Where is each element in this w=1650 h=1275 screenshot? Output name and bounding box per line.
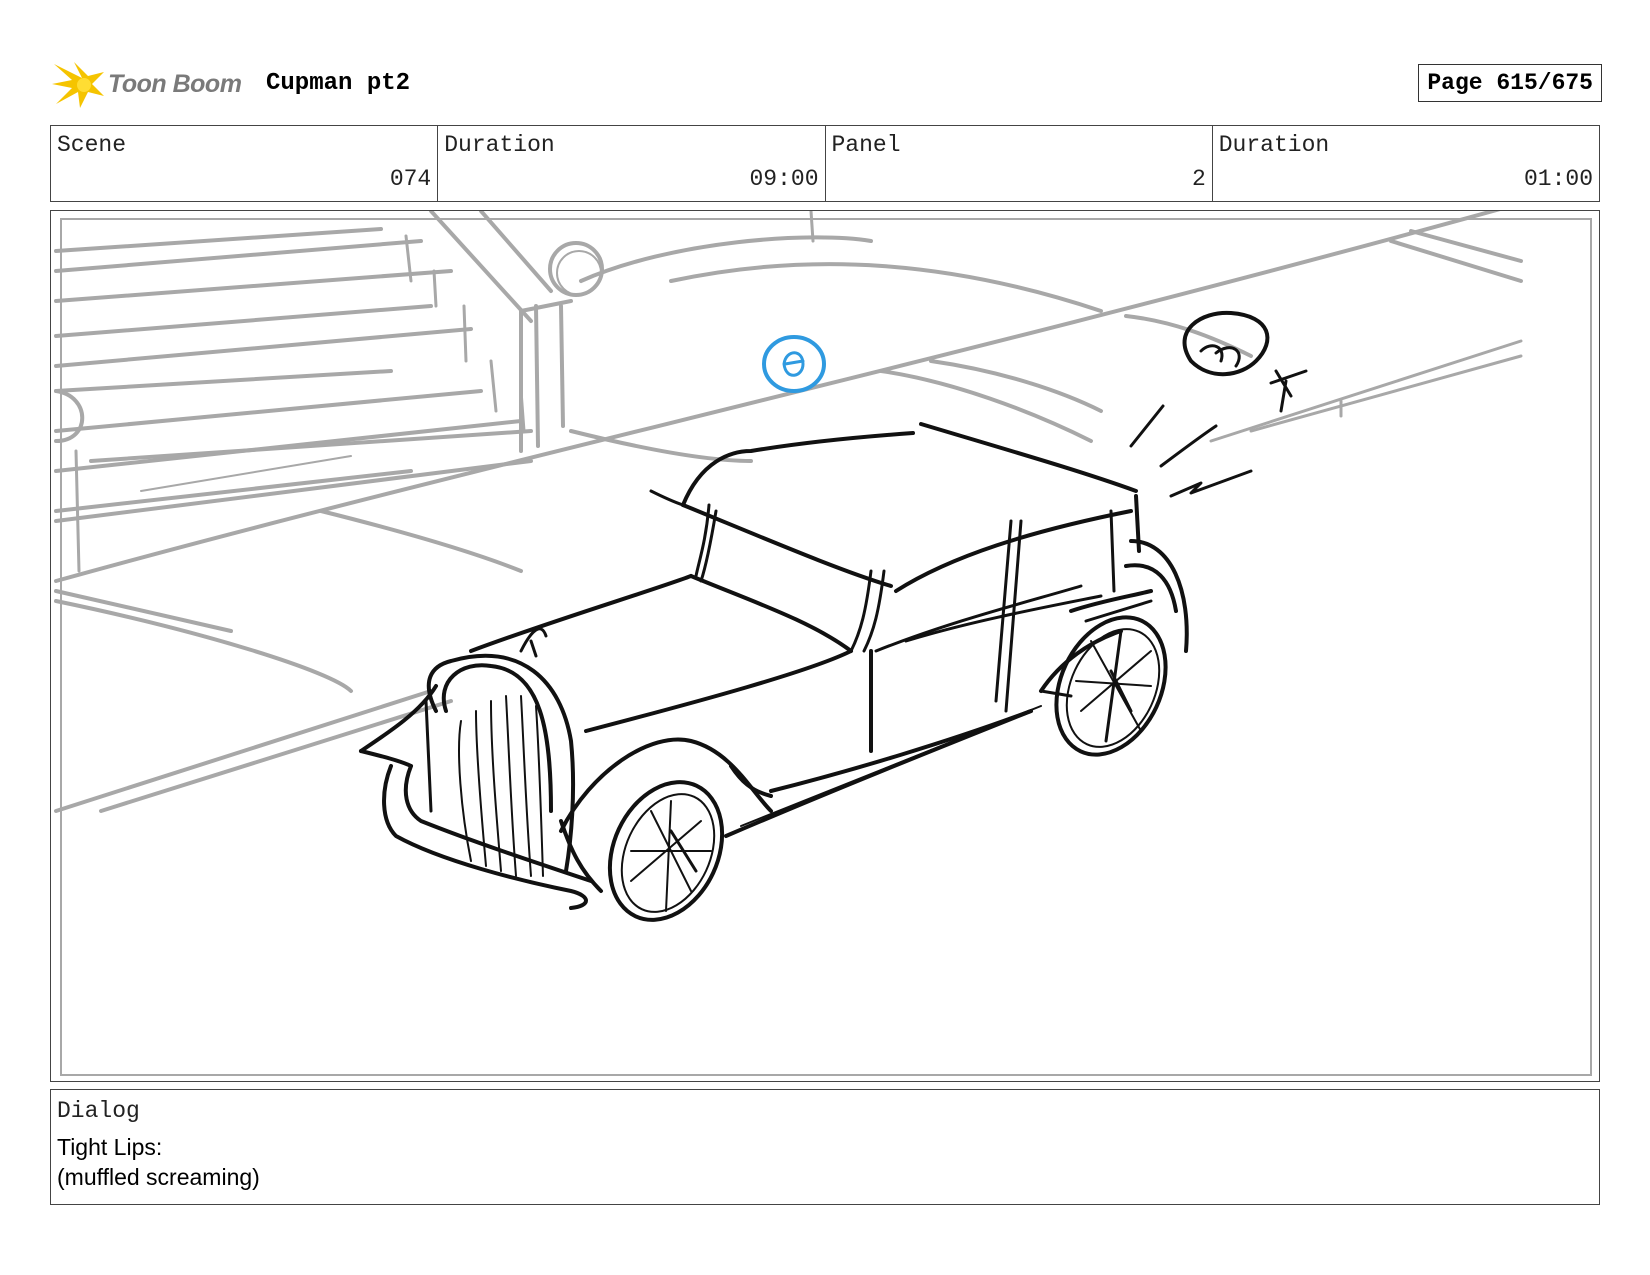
panel-info-row: Scene 074 Duration 09:00 Panel 2 Duratio… (50, 125, 1600, 202)
dialog-label: Dialog (57, 1098, 140, 1124)
project-title: Cupman pt2 (266, 70, 411, 97)
panel-label: Panel (831, 132, 901, 158)
toon-boom-star-icon (52, 62, 104, 108)
panel-duration-value: 01:00 (1523, 166, 1593, 192)
panel-value: 2 (1191, 166, 1206, 192)
scene-duration-cell: Duration 09:00 (438, 126, 826, 201)
dialog-speaker: Tight Lips: (57, 1134, 163, 1160)
background-sketch (54, 211, 1523, 813)
car-sketch (359, 310, 1308, 922)
dialog-box: Dialog Tight Lips: (muffled screaming) (50, 1089, 1600, 1205)
panel-sketch (54, 211, 1592, 1076)
panel-duration-cell: Duration 01:00 (1213, 126, 1599, 201)
scene-value: 074 (389, 166, 432, 192)
inner-frame (60, 218, 1592, 1076)
panel-duration-label: Duration (1218, 132, 1330, 158)
scene-duration-label: Duration (444, 132, 555, 158)
scene-label: Scene (57, 132, 127, 158)
page-number: Page 615/675 (1418, 64, 1602, 102)
panel-cell: Panel 2 (826, 126, 1213, 201)
scene-cell: Scene 074 (51, 126, 439, 201)
scene-duration-value: 09:00 (749, 166, 819, 192)
page-header: Toon Boom Cupman pt2 Page 615/675 (52, 56, 1602, 112)
logo-text: Toon Boom (108, 70, 242, 98)
toon-boom-logo: Toon Boom (52, 56, 252, 112)
storyboard-panel (50, 210, 1600, 1082)
dialog-text: (muffled screaming) (57, 1164, 260, 1190)
circled-number-marker (762, 335, 826, 393)
